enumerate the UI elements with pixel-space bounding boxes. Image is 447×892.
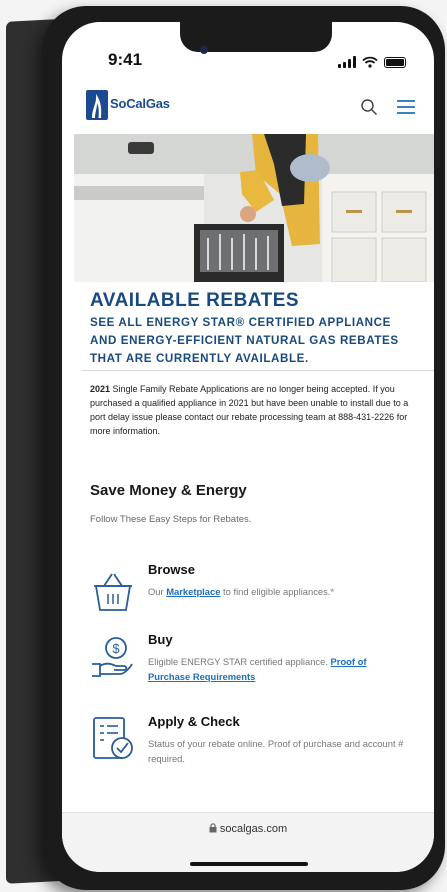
search-icon[interactable] [360,98,378,116]
divider [82,370,434,371]
step-desc-text: Our [148,586,167,597]
section-subtitle: Follow These Easy Steps for Rebates. [90,514,252,525]
site-header: SoCalGas [62,82,434,132]
url-display[interactable]: socalgas.com [62,823,434,835]
flame-logo-icon [86,90,108,120]
home-indicator[interactable] [190,862,308,866]
page-title: AVAILABLE REBATES [90,290,300,311]
phone-screen: 9:41 SoCalGas AVAILABLE REBATES SEE ALL … [62,22,434,872]
logo-text: SoCalGas [110,96,170,111]
checklist-icon [93,717,133,759]
notice-year: 2021 [90,384,111,394]
page-subtitle: SEE ALL ENERGY STAR® CERTIFIED APPLIANCE… [90,316,399,365]
status-time: 9:41 [108,50,143,69]
menu-icon[interactable] [396,98,416,116]
step-description: Status of your rebate online. Proof of p… [148,736,410,766]
step-title: Browse [148,562,195,577]
step-description: Eligible ENERGY STAR certified appliance… [148,654,410,684]
step-desc-text: Eligible ENERGY STAR certified appliance… [148,656,331,667]
hand-dollar-icon: $ [92,637,133,677]
wifi-icon [362,56,378,68]
step-desc-text: to find eligible appliances.* [220,586,335,597]
step-title: Buy [148,632,173,647]
basket-icon [94,573,132,611]
section-title: Save Money & Energy [90,482,247,499]
url-text: socalgas.com [219,823,288,835]
step-desc-text: Status of your rebate online. Proof of p… [148,738,404,764]
socalgas-logo[interactable]: SoCalGas [86,88,170,122]
svg-text:$: $ [112,641,120,656]
marketplace-link[interactable]: Marketplace [166,586,220,597]
notice-body: Single Family Rebate Applications are no… [90,384,409,436]
status-icons [338,54,406,68]
notice-text: 2021 Single Family Rebate Applications a… [90,382,416,438]
lock-icon [209,823,217,833]
signal-icon [338,56,356,68]
battery-icon [384,57,406,68]
kitchen-photo [74,134,434,282]
camera-icon [200,46,208,54]
step-title: Apply & Check [148,714,240,729]
hero-image [74,134,434,282]
step-description: Our Marketplace to find eligible applian… [148,584,410,599]
